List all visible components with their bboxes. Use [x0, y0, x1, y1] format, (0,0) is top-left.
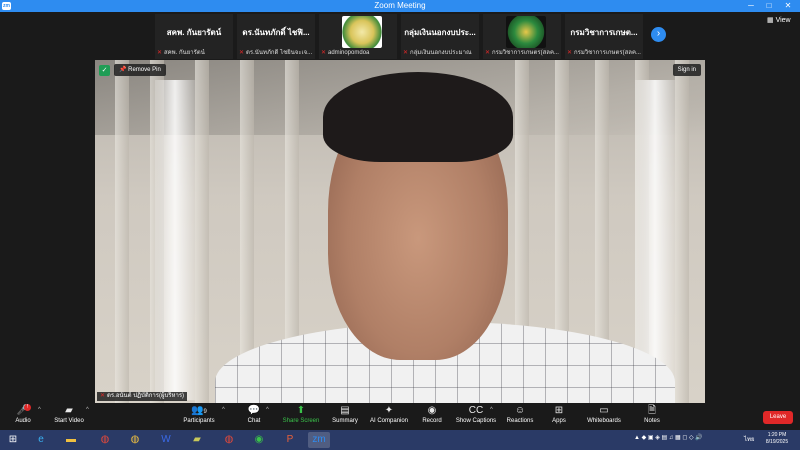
- participant-thumb[interactable]: กลุ่มเงินนอกงบประ... ✕ กลุ่มเงินนอกงบประม…: [401, 14, 479, 59]
- organization-logo-icon: [342, 16, 382, 48]
- summary-button[interactable]: ▤ Summary: [330, 405, 360, 424]
- view-button[interactable]: ▦ View: [767, 16, 791, 24]
- system-tray: ▲ ◆ ▣ ◈ ▤ ♫ ▦ ◻ ◇ 🔊: [634, 435, 703, 441]
- zoom-window: zm Zoom Meeting ─ □ ✕ สคพ. กันยารัตน์ ✕ ส…: [0, 0, 800, 450]
- participant-thumb[interactable]: ✕ กรมวิชาการเกษตร(สลค...: [483, 14, 561, 59]
- audio-options-caret-icon[interactable]: ^: [38, 407, 41, 413]
- zoom-taskbar-icon[interactable]: zm: [308, 432, 330, 448]
- participants-caret-icon[interactable]: ^: [222, 407, 225, 413]
- participant-thumb[interactable]: สคพ. กันยารัตน์ ✕ สคพ. กันยารัตน์: [155, 14, 233, 59]
- system-clock[interactable]: 1:20 PM 8/19/2025: [757, 432, 797, 446]
- grid-icon: ▦: [767, 17, 776, 24]
- browser-icon[interactable]: ◍: [124, 432, 146, 448]
- ai-companion-button[interactable]: ✦ AI Companion: [368, 405, 410, 424]
- internet-explorer-icon[interactable]: e: [30, 432, 52, 448]
- next-page-chevron-icon[interactable]: ›: [651, 27, 666, 42]
- participant-caption: ✕ กรมวิชาการเกษตร(สลค...: [485, 50, 559, 56]
- alert-badge: !: [24, 404, 31, 411]
- whiteboard-icon: ▭: [599, 405, 609, 416]
- participant-name-large: สคพ. กันยารัตน์: [166, 28, 222, 37]
- participant-caption: ✕ กรมวิชาการเกษตร(สลค...: [567, 50, 641, 56]
- sign-in-button[interactable]: Sign in: [672, 64, 701, 76]
- pin-icon: 📌: [119, 67, 129, 73]
- speaker-name-tag: ✕ ดร.อนันต์ ปฏิบัติการ(ผู้บริหาร): [97, 392, 188, 401]
- notes-button[interactable]: 🗎 Notes: [640, 405, 664, 424]
- windows-start-icon[interactable]: ⊞: [2, 432, 24, 448]
- participants-button[interactable]: 👥9 Participants ^: [182, 405, 225, 424]
- smiley-icon: ☺: [514, 405, 526, 416]
- participant-caption: ✕ กลุ่มเงินนอกงบประมาณ: [403, 50, 472, 56]
- apps-button[interactable]: ⊞ Apps: [548, 405, 570, 424]
- meeting-toolbar: 🎤 ! Audio ^ ▰ Start Video ^ 👥9 Participa…: [0, 403, 800, 430]
- participant-thumb[interactable]: ✕ adminopomdoa: [319, 14, 397, 59]
- video-options-caret-icon[interactable]: ^: [86, 407, 89, 413]
- language-indicator[interactable]: ไทย: [744, 434, 755, 444]
- share-screen-button[interactable]: ⬆ Share Screen: [282, 405, 320, 424]
- active-speaker-video: ✓ 📌 Remove Pin Sign in ✕ ดร.อนันต์ ปฏิบัต…: [95, 60, 705, 403]
- mic-muted-icon: ✕: [239, 50, 245, 56]
- show-captions-button[interactable]: CC Show Captions ^: [454, 405, 498, 424]
- mic-muted-icon: ✕: [485, 50, 491, 56]
- reactions-button[interactable]: ☺ Reactions: [505, 405, 535, 424]
- maximize-button[interactable]: □: [762, 0, 776, 12]
- word-icon[interactable]: W: [155, 432, 177, 448]
- powerpoint-icon[interactable]: P: [279, 432, 301, 448]
- record-button[interactable]: ◉ Record: [419, 405, 445, 424]
- app-icon[interactable]: ▰: [186, 432, 208, 448]
- mic-muted-icon: ✕: [157, 50, 163, 56]
- apps-icon: ⊞: [554, 405, 564, 416]
- mic-muted-icon: ✕: [100, 393, 106, 399]
- participant-name-large: กรมวิชาการเกษต...: [570, 28, 638, 37]
- window-title: Zoom Meeting: [374, 1, 426, 10]
- video-camera-off-icon: ▰: [65, 405, 73, 416]
- department-logo-icon: [506, 16, 546, 48]
- notes-icon: 🗎: [647, 405, 657, 416]
- file-explorer-icon[interactable]: ▬: [60, 432, 82, 448]
- sparkle-icon: ✦: [384, 405, 394, 416]
- minimize-button[interactable]: ─: [744, 0, 758, 12]
- participants-icon: 👥9: [191, 405, 207, 416]
- summary-icon: ▤: [340, 405, 350, 416]
- start-video-button[interactable]: ▰ Start Video ^: [50, 405, 89, 424]
- security-shield-icon[interactable]: ✓: [99, 65, 110, 76]
- close-button[interactable]: ✕: [781, 0, 795, 12]
- windows-taskbar: ⊞ e ▬ ◍ ◍ W ▰ ◍ ◉ P zm ▲ ◆ ▣ ◈ ▤ ♫ ▦ ◻ ◇…: [0, 430, 800, 450]
- chrome-icon[interactable]: ◍: [218, 432, 240, 448]
- share-screen-icon: ⬆: [296, 405, 306, 416]
- participant-name-large: กลุ่มเงินนอกงบประ...: [404, 28, 476, 37]
- record-icon: ◉: [427, 405, 437, 416]
- participant-caption: ✕ adminopomdoa: [321, 50, 370, 56]
- leave-button[interactable]: Leave: [763, 411, 793, 424]
- audio-button[interactable]: 🎤 ! Audio ^: [12, 404, 41, 424]
- mic-muted-icon: ✕: [321, 50, 327, 56]
- chat-caret-icon[interactable]: ^: [266, 407, 269, 413]
- chat-bubble-icon: 💬: [247, 405, 261, 416]
- mic-muted-icon: ✕: [567, 50, 573, 56]
- participant-thumb[interactable]: ดร.นันทภักดิ์ ไชฟิ... ✕ ดร.นันทภักดิ์ ไชย…: [237, 14, 315, 59]
- title-bar: zm Zoom Meeting ─ □ ✕: [0, 0, 800, 12]
- participant-thumb[interactable]: กรมวิชาการเกษต... ✕ กรมวิชาการเกษตร(สลค..…: [565, 14, 643, 59]
- remove-pin-button[interactable]: 📌 Remove Pin: [114, 64, 166, 76]
- captions-caret-icon[interactable]: ^: [490, 407, 493, 413]
- participant-caption: ✕ สคพ. กันยารัตน์: [157, 50, 205, 56]
- participant-strip: สคพ. กันยารัตน์ ✕ สคพ. กันยารัตน์ ดร.นันท…: [0, 12, 800, 60]
- speaker-hair: [323, 72, 513, 162]
- participant-caption: ✕ ดร.นันทภักดิ์ ไชยินจะเจ...: [239, 50, 313, 56]
- chat-button[interactable]: 💬 Chat ^: [244, 405, 269, 424]
- participant-name-large: ดร.นันทภักดิ์ ไชฟิ...: [242, 28, 310, 37]
- line-icon[interactable]: ◉: [248, 432, 270, 448]
- mic-muted-icon: ✕: [403, 50, 409, 56]
- chrome-icon[interactable]: ◍: [94, 432, 116, 448]
- whiteboards-button[interactable]: ▭ Whiteboards: [585, 405, 623, 424]
